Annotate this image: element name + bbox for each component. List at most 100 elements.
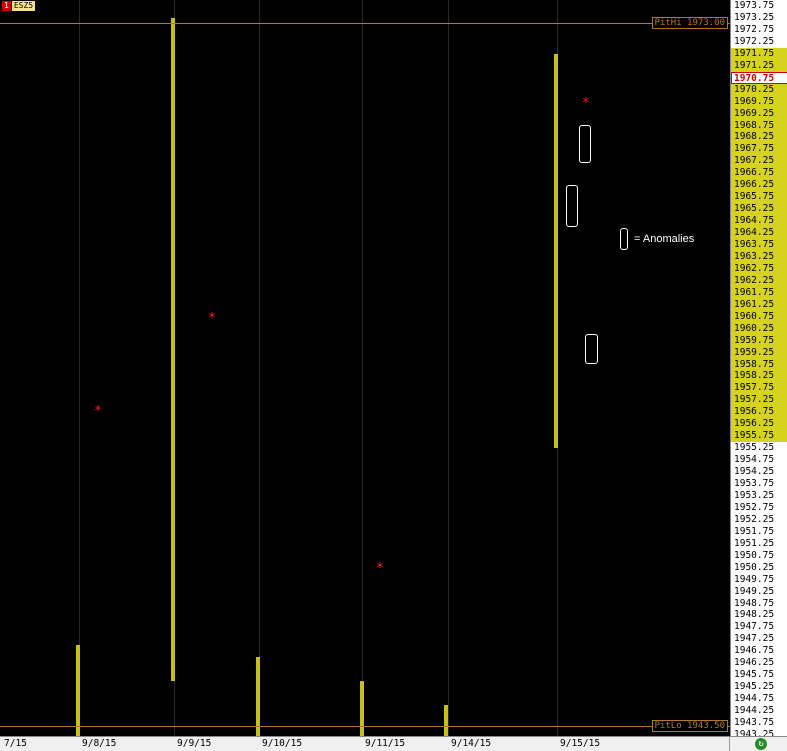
price-tick: 1967.75 [731, 143, 787, 156]
pit-high-label: PitHi 1973.00 [651, 17, 728, 29]
price-tick: 1949.25 [734, 585, 775, 597]
price-tick: 1973.25 [734, 11, 775, 23]
pit-high-line [0, 23, 730, 24]
price-tick: 1955.25 [734, 442, 775, 454]
date-label: 9/15/15 [560, 738, 601, 749]
price-tick: 1964.75 [731, 215, 787, 228]
price-tick: 1943.75 [734, 717, 775, 728]
price-tick: 1965.25 [731, 203, 787, 216]
price-tick: 1963.75 [731, 239, 787, 251]
price-tick: 1957.75 [731, 382, 787, 395]
anomaly-box[interactable] [579, 125, 591, 163]
date-label: 7/15 [4, 738, 27, 749]
price-tick: 1950.75 [734, 549, 775, 561]
price-tick: 1963.25 [731, 250, 787, 263]
value-area-bar [360, 681, 364, 736]
price-tick: 1967.25 [731, 155, 787, 168]
price-tick: 1945.25 [734, 681, 775, 693]
session-divider [362, 0, 363, 736]
price-tick: 1951.25 [734, 537, 775, 549]
value-area-bar [554, 53, 558, 449]
price-tick: 1970.75 [731, 71, 787, 84]
price-tick: 1952.25 [734, 513, 775, 525]
value-area-bar [171, 17, 175, 682]
session-divider [79, 0, 80, 736]
price-tick: 1972.25 [734, 35, 775, 47]
anomaly-star-icon: * [376, 561, 384, 576]
price-tick: 1946.75 [734, 645, 775, 657]
price-tick: 1946.25 [734, 657, 775, 669]
price-tick: 1960.75 [731, 310, 787, 323]
date-axis[interactable]: ↻ 7/15 9/8/15 9/9/15 9/10/15 9/11/15 9/14/15 9… [0, 736, 787, 751]
price-tick: 1948.75 [734, 597, 775, 609]
price-tick: 1971.75 [731, 47, 787, 60]
price-tick: 1944.25 [734, 705, 775, 717]
date-label: 9/10/15 [262, 738, 303, 749]
price-tick: 1945.75 [734, 669, 775, 681]
price-tick: 1944.75 [734, 693, 775, 705]
price-tick: 1954.75 [734, 454, 775, 466]
anomaly-legend-box [620, 228, 628, 250]
date-label: 9/9/15 [177, 738, 212, 749]
refresh-icon[interactable]: ↻ [755, 738, 767, 750]
price-tick: 1957.25 [731, 394, 787, 407]
price-tick: 1956.75 [731, 406, 787, 419]
symbol-name: ESZ5 [11, 1, 36, 11]
price-tick: 1958.75 [731, 358, 787, 371]
price-tick: 1956.25 [731, 418, 787, 431]
price-axis[interactable]: 1973.75 1973.25 1972.75 1972.25 1971.75 1971.… [730, 0, 787, 736]
price-tick: 1968.75 [731, 119, 787, 132]
date-label: 9/11/15 [365, 738, 406, 749]
anomaly-star-icon: * [208, 311, 216, 326]
pit-low-line [0, 726, 730, 727]
anomaly-legend: = Anomalies [620, 228, 694, 250]
price-tick: 1947.75 [734, 621, 775, 633]
anomaly-star-icon: * [582, 96, 590, 111]
price-tick: 1969.25 [731, 107, 787, 120]
pit-low-label: PitLo 1943.50 [651, 720, 728, 732]
price-tick: 1949.75 [734, 573, 775, 585]
market-profile-plot[interactable]: 1 ESZ5 * * * * PitHi 1973.00 PitLo 1943.50 =… [0, 0, 730, 736]
anomaly-box[interactable] [585, 334, 598, 364]
value-area-bar [444, 705, 448, 736]
price-tick: 1968.25 [731, 131, 787, 144]
anomaly-star-icon: * [94, 404, 102, 419]
price-tick: 1955.75 [731, 430, 787, 443]
price-tick: 1961.75 [731, 286, 787, 299]
price-tick: 1965.75 [731, 191, 787, 204]
date-label: 9/8/15 [82, 738, 117, 749]
price-tick: 1971.25 [731, 59, 787, 72]
price-tick: 1969.75 [731, 95, 787, 108]
price-tick: 1959.75 [731, 334, 787, 347]
session-divider [448, 0, 449, 736]
price-tick: 1953.25 [734, 489, 775, 501]
price-tick: 1970.25 [731, 83, 787, 96]
anomaly-legend-text: = Anomalies [634, 232, 695, 245]
price-tick: 1959.25 [731, 346, 787, 359]
price-tick: 1960.25 [731, 322, 787, 335]
price-tick: 1943.25 [734, 728, 775, 736]
price-tick: 1954.25 [734, 466, 775, 478]
price-tick: 1951.75 [734, 525, 775, 537]
anomaly-box[interactable] [566, 185, 578, 227]
price-tick: 1958.25 [731, 370, 787, 383]
price-tick: 1966.25 [731, 179, 787, 192]
price-tick: 1961.25 [731, 298, 787, 311]
price-tick: 1964.25 [731, 227, 787, 240]
value-area-bar [76, 645, 80, 736]
session-divider [259, 0, 260, 736]
price-tick: 1972.75 [734, 23, 775, 35]
price-tick: 1953.75 [734, 478, 775, 489]
price-tick: 1973.75 [734, 0, 775, 11]
price-tick: 1947.25 [734, 633, 775, 645]
price-tick: 1962.25 [731, 274, 787, 287]
price-tick: 1962.75 [731, 262, 787, 275]
value-area-bar [256, 657, 260, 736]
price-tick: 1950.25 [734, 561, 775, 573]
symbol-badge[interactable]: 1 ESZ5 [2, 1, 36, 11]
symbol-number: 1 [2, 1, 11, 11]
axis-corner: ↻ [729, 737, 787, 751]
price-tick: 1966.75 [731, 167, 787, 180]
price-tick: 1952.75 [734, 501, 775, 513]
date-label: 9/14/15 [451, 738, 492, 749]
